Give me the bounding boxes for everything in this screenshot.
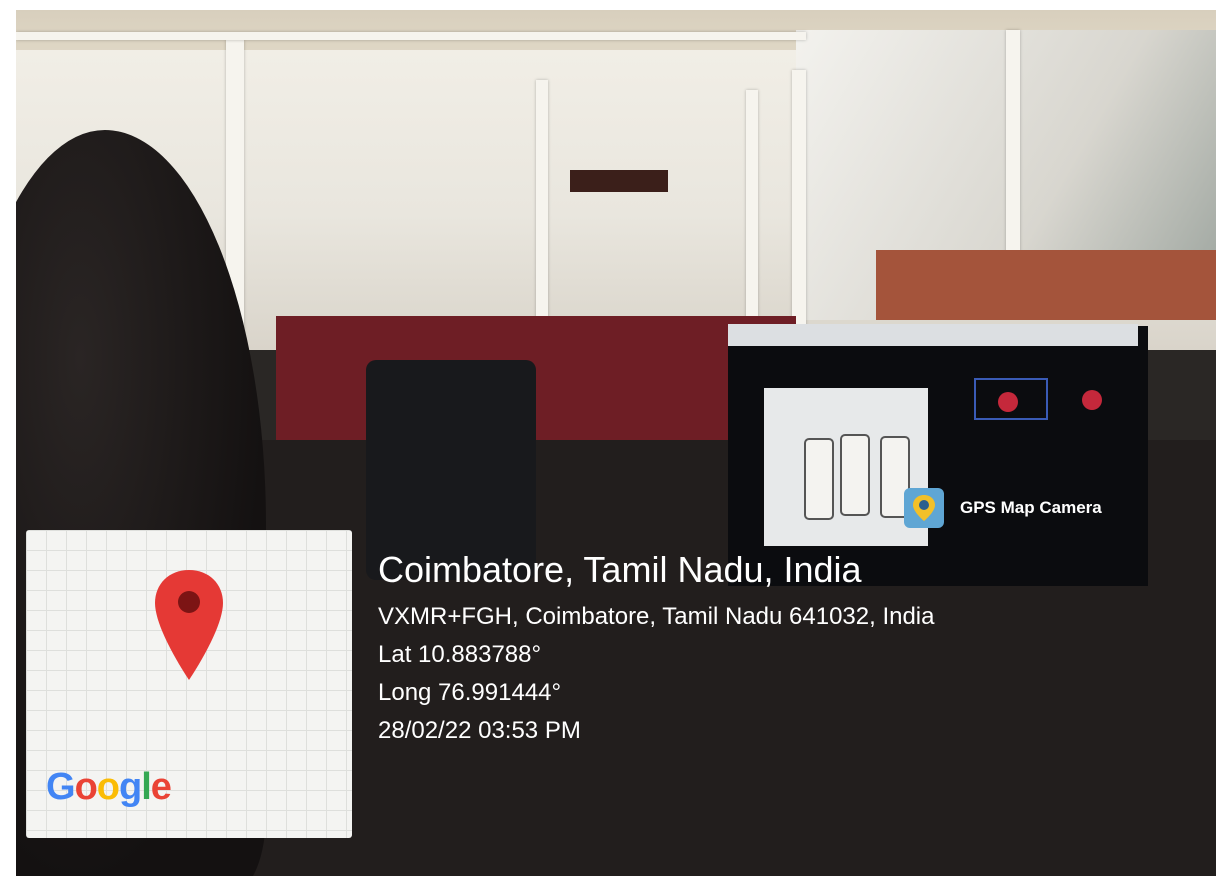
window-frame bbox=[16, 32, 806, 40]
address: VXMR+FGH, Coimbatore, Tamil Nadu 641032,… bbox=[378, 603, 935, 630]
back-wall bbox=[876, 250, 1216, 320]
hanging-sign bbox=[570, 170, 668, 192]
longitude: Long 76.991444° bbox=[378, 679, 562, 706]
location-stamp: Coimbatore, Tamil Nadu, India VXMR+FGH, … bbox=[378, 548, 1178, 750]
participant-avatar bbox=[998, 392, 1018, 412]
location-title: Coimbatore, Tamil Nadu, India bbox=[378, 549, 862, 590]
datetime: 28/02/22 03:53 PM bbox=[378, 717, 581, 744]
participant-avatar bbox=[1082, 390, 1102, 410]
scanned-page: GPS Map Camera Google Coimbatore, Tamil … bbox=[0, 0, 1218, 885]
gps-map-camera-icon bbox=[904, 488, 944, 528]
google-logo: Google bbox=[46, 766, 172, 808]
map-pin-icon bbox=[155, 570, 223, 680]
gps-map-camera-badge: GPS Map Camera bbox=[904, 488, 1102, 528]
latitude: Lat 10.883788° bbox=[378, 641, 542, 668]
app-name: GPS Map Camera bbox=[960, 498, 1102, 517]
window-frame bbox=[792, 70, 806, 330]
office-chair bbox=[366, 360, 536, 580]
phone-mockup bbox=[840, 434, 870, 516]
window-frame bbox=[746, 90, 758, 340]
map-thumbnail: Google bbox=[26, 530, 352, 838]
monitor-toolbar bbox=[728, 324, 1138, 346]
phone-mockup bbox=[804, 438, 834, 520]
